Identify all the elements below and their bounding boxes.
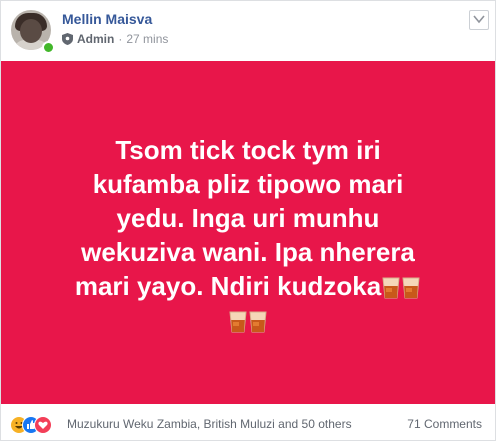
reaction-icons[interactable]: [10, 416, 66, 434]
post-text-line: Tsom tick tock tym iri: [115, 135, 381, 165]
chevron-down-icon: [473, 15, 485, 24]
tumbler-glass-icon: [229, 308, 247, 333]
post-time[interactable]: 27 mins: [126, 32, 168, 46]
emoji-line: [21, 303, 475, 337]
reactions-summary[interactable]: Muzukuru Weku Zambia, British Muluzi and…: [67, 417, 352, 431]
post-card: Mellin Maisva Admin · 27 mins Tsom tick …: [0, 0, 496, 441]
admin-label: Admin: [77, 32, 115, 46]
tumbler-glass-icon: [402, 274, 420, 299]
comments-count[interactable]: 71 Comments: [407, 417, 482, 431]
post-body: Tsom tick tock tym iri kufamba pliz tipo…: [1, 61, 495, 404]
love-icon: [34, 416, 52, 434]
post-text-line: yedu. Inga uri munhu: [116, 203, 380, 233]
post-options-button[interactable]: [469, 10, 489, 30]
post-text-line: mari yayo. Ndiri kudzoka: [74, 271, 382, 301]
author-name[interactable]: Mellin Maisva: [62, 11, 152, 27]
admin-shield-icon: [62, 33, 73, 45]
post-text-line-with-emoji: mari yayo. Ndiri kudzoka: [21, 269, 475, 303]
post-text-line: wekuziva wani. Ipa nherera: [81, 237, 415, 267]
post-header: Mellin Maisva Admin · 27 mins: [1, 1, 495, 61]
tumbler-glass-icon: [382, 274, 400, 299]
meta-separator: ·: [118, 32, 123, 46]
post-meta: Admin · 27 mins: [62, 32, 168, 46]
post-text-line: kufamba pliz tipowo mari: [92, 169, 404, 199]
post-footer: Muzukuru Weku Zambia, British Muluzi and…: [1, 404, 495, 440]
online-status-dot: [42, 41, 55, 54]
post-text: Tsom tick tock tym iri kufamba pliz tipo…: [21, 133, 475, 337]
tumbler-glass-icon: [249, 308, 267, 333]
